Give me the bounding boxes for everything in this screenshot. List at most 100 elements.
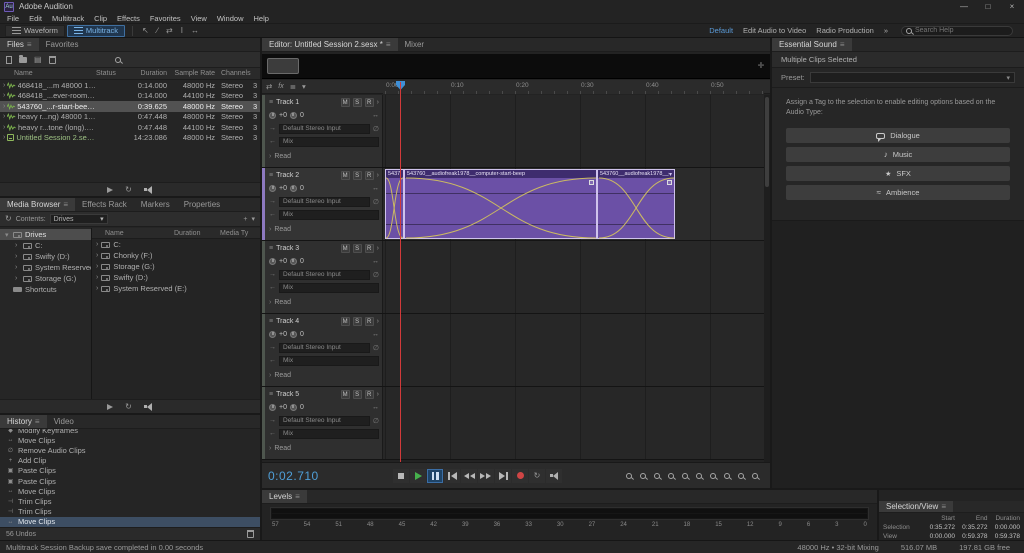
tree-item[interactable]: Shortcuts	[0, 284, 91, 295]
expander-icon[interactable]: ›	[96, 263, 98, 270]
file-row[interactable]: › 543760_...r-start-beep.wav 0:39.625 48…	[0, 101, 260, 112]
expander-icon[interactable]: ›	[15, 253, 20, 260]
fast-forward-button[interactable]	[478, 469, 494, 483]
filter-icon[interactable]: ▾	[251, 215, 255, 223]
expander-icon[interactable]: ›	[3, 124, 5, 131]
range-start[interactable]: 0:00.000	[922, 533, 955, 540]
file-row[interactable]: › 468418_...ever-room.wav 0:14.000 44100…	[0, 91, 260, 102]
audio-type-tag-button[interactable]: SFX	[786, 166, 1010, 181]
chevron-icon[interactable]: ›	[269, 445, 271, 452]
minimize-button[interactable]: —	[952, 0, 976, 13]
eq-icon[interactable]: ▾	[302, 82, 306, 91]
output-select[interactable]: Mix	[279, 283, 379, 293]
preview-loop-icon[interactable]: ↻	[125, 186, 132, 194]
panel-menu-icon[interactable]: ≡	[941, 502, 946, 511]
move-tool-icon[interactable]: ↖	[140, 26, 151, 35]
panel-tab[interactable]: Effects Rack≡	[75, 198, 134, 211]
zoom-full-icon[interactable]	[748, 469, 762, 482]
scrub-tool-icon[interactable]: ↔	[189, 26, 201, 35]
zoom-in-vertical-icon[interactable]	[678, 469, 692, 482]
panel-menu-icon[interactable]: ≡	[35, 417, 40, 426]
track-header[interactable]: ≡ Track 3 M S R › +0 0 ↔	[265, 241, 383, 313]
monitor-input-button[interactable]	[546, 469, 562, 483]
track-header[interactable]: ≡ Track 1 M S R › +0 0 ↔	[265, 95, 383, 167]
zoom-out-vertical-icon[interactable]	[692, 469, 706, 482]
history-item[interactable]: Paste Clips	[0, 466, 260, 476]
solo-button[interactable]: S	[353, 244, 362, 253]
volume-knob[interactable]	[269, 258, 276, 265]
range-duration[interactable]: 0:59.378	[987, 533, 1020, 540]
menu-item[interactable]: Window	[212, 14, 249, 23]
workspace-button[interactable]: »	[879, 26, 893, 35]
track-name[interactable]: Track 1	[276, 99, 338, 106]
volume-value[interactable]: +0	[279, 331, 287, 338]
panel-menu-icon[interactable]: ≡	[295, 492, 300, 501]
output-select[interactable]: Mix	[279, 429, 379, 439]
chevron-icon[interactable]: ›	[377, 391, 379, 398]
expander-icon[interactable]: ›	[3, 113, 5, 120]
track-content[interactable]	[383, 95, 764, 167]
slip-tool-icon[interactable]: ⇄	[164, 26, 175, 35]
input-select[interactable]: Default Stereo Input	[279, 124, 370, 134]
panel-tab[interactable]: History≡	[0, 415, 47, 428]
history-item[interactable]: Trim Clips	[0, 507, 260, 517]
drive-row[interactable]: › Storage (G:)	[92, 261, 260, 272]
refresh-icon[interactable]: ↻	[5, 215, 12, 223]
tree-item[interactable]: › Storage (G:)	[0, 273, 91, 284]
volume-knob[interactable]	[269, 331, 276, 338]
playhead-line[interactable]	[400, 82, 401, 462]
automation-mode-select[interactable]: Read	[274, 153, 291, 160]
expander-icon[interactable]: ›	[3, 103, 5, 110]
drive-row[interactable]: › Swifty (D:)	[92, 272, 260, 283]
razor-tool-icon[interactable]: ∕	[155, 26, 160, 35]
pan-value[interactable]: 0	[300, 331, 304, 338]
arm-record-button[interactable]: R	[365, 98, 374, 107]
track-content[interactable]	[383, 241, 764, 313]
audio-clip[interactable]: 543760__audiofreak1978__computer-start-b…	[597, 169, 675, 239]
expander-icon[interactable]: ›	[3, 134, 5, 141]
column-header[interactable]: Status	[96, 70, 123, 77]
panel-tab[interactable]: Essential Sound≡	[772, 38, 852, 51]
mute-button[interactable]: M	[341, 244, 350, 253]
loop-playback-button[interactable]: ↻	[529, 469, 545, 483]
menu-item[interactable]: Favorites	[145, 14, 186, 23]
menu-item[interactable]: Edit	[24, 14, 47, 23]
zoom-to-in-point-icon[interactable]	[706, 469, 720, 482]
panel-tab[interactable]: Selection/View≡	[879, 501, 953, 512]
menu-item[interactable]: Multitrack	[47, 14, 89, 23]
expander-icon[interactable]: ›	[96, 285, 98, 292]
monitor-off-icon[interactable]: ∅	[373, 417, 379, 425]
monitor-off-icon[interactable]: ∅	[373, 271, 379, 279]
track-name[interactable]: Track 3	[276, 245, 338, 252]
file-row[interactable]: › 468418_...m 48000 1.wav 0:14.000 48000…	[0, 80, 260, 91]
history-item[interactable]: Move Clips	[0, 435, 260, 445]
play-button[interactable]	[410, 469, 426, 483]
audio-type-tag-button[interactable]: Dialogue	[786, 128, 1010, 143]
zoom-out-horizontal-icon[interactable]	[664, 469, 678, 482]
menu-item[interactable]: Clip	[89, 14, 112, 23]
solo-button[interactable]: S	[353, 390, 362, 399]
mute-button[interactable]: M	[341, 317, 350, 326]
audio-type-tag-button[interactable]: Music	[786, 147, 1010, 162]
overview-zoom-icon[interactable]: ✛	[757, 62, 765, 70]
clip-fx-badge[interactable]	[589, 180, 594, 185]
expander-icon[interactable]: ›	[15, 275, 20, 282]
trash-icon[interactable]	[49, 56, 56, 64]
track-name[interactable]: Track 5	[276, 391, 338, 398]
chevron-icon[interactable]: ›	[377, 99, 379, 106]
zoom-out-icon[interactable]	[636, 469, 650, 482]
chevron-icon[interactable]: ›	[377, 318, 379, 325]
session-overview-strip[interactable]: ✛	[262, 54, 770, 79]
column-header[interactable]: Duration	[174, 230, 220, 237]
drive-row[interactable]: › Chonky (F:)	[92, 250, 260, 261]
record-button[interactable]	[512, 469, 528, 483]
history-item[interactable]: Trim Clips	[0, 496, 260, 506]
volume-knob[interactable]	[269, 112, 276, 119]
vertical-scrollbar[interactable]	[764, 95, 770, 462]
history-item[interactable]: Move Clips	[0, 517, 260, 527]
expander-icon[interactable]: ›	[96, 274, 98, 281]
pan-knob[interactable]	[290, 258, 297, 265]
drive-row[interactable]: › System Reserved (E:)	[92, 283, 260, 294]
contents-dropdown[interactable]: Drives▾	[50, 214, 108, 224]
rewind-button[interactable]	[461, 469, 477, 483]
